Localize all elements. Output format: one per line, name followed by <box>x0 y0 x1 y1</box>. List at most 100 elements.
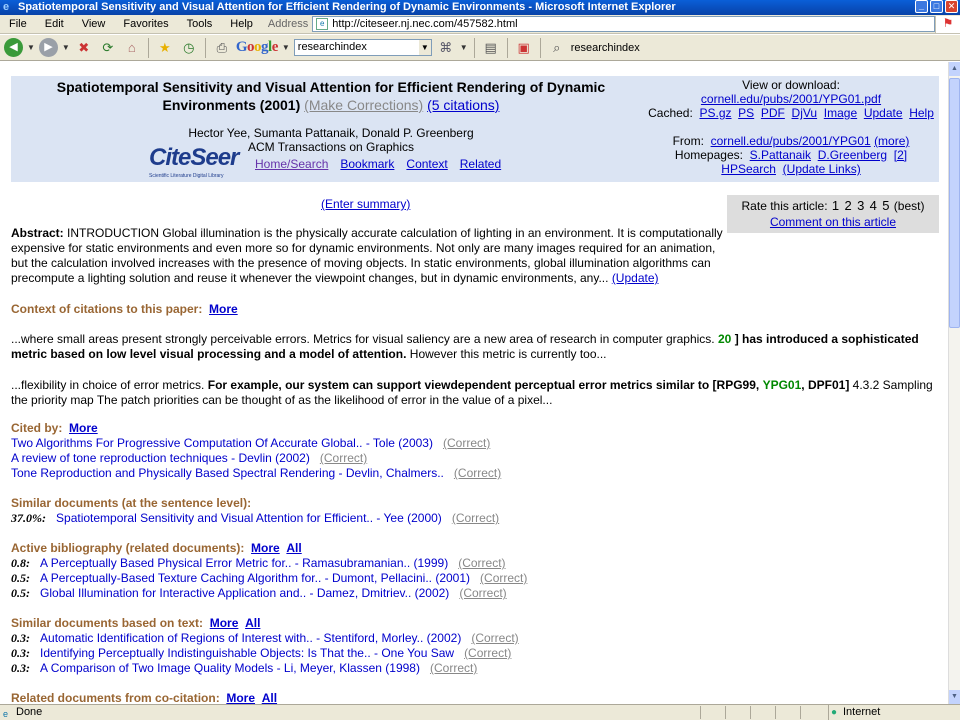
refresh-icon[interactable]: ⟳ <box>98 38 118 58</box>
hpsearch-link[interactable]: HPSearch <box>721 162 776 176</box>
rate-2[interactable]: 2 <box>844 198 851 213</box>
similar-text-more-link[interactable]: More <box>210 616 239 630</box>
menu-bar: File Edit View Favorites Tools Help Addr… <box>0 15 960 34</box>
minimize-button[interactable]: _ <box>915 0 928 13</box>
citeseer-logo[interactable]: CiteSeer <box>149 144 239 172</box>
homepage-greenberg-link[interactable]: D.Greenberg <box>818 148 887 162</box>
cited-by-link[interactable]: A review of tone reproduction techniques… <box>11 451 310 465</box>
correct-link[interactable]: (Correct) <box>459 586 506 600</box>
menu-tools[interactable]: Tools <box>178 18 222 30</box>
abstract-update-link[interactable]: (Update) <box>612 271 659 285</box>
favorites-star-icon[interactable]: ★ <box>155 38 175 58</box>
correct-link[interactable]: (Correct) <box>480 571 527 585</box>
pdf-download-link[interactable]: cornell.edu/pubs/2001/YPG01.pdf <box>701 92 881 106</box>
correct-link[interactable]: (Correct) <box>452 511 499 525</box>
forward-icon[interactable]: ▶ <box>38 38 58 57</box>
bib-doc-link[interactable]: A Perceptually-Based Texture Caching Alg… <box>40 571 470 585</box>
page-info-icon[interactable]: ▤ <box>481 38 501 58</box>
status-divider <box>725 706 726 719</box>
bookmark-button[interactable]: researchindex <box>571 42 640 54</box>
similar-doc-link[interactable]: Automatic Identification of Regions of I… <box>40 631 461 645</box>
rate-1[interactable]: 1 <box>832 198 839 213</box>
homepage-more-link[interactable]: [2] <box>894 148 907 162</box>
cached-psgz-link[interactable]: PS.gz <box>699 106 731 120</box>
forward-dropdown-icon[interactable]: ▼ <box>62 43 70 52</box>
google-dropdown-icon[interactable]: ▼ <box>282 43 290 52</box>
active-bib-all-link[interactable]: All <box>286 541 301 555</box>
menu-view[interactable]: View <box>73 18 115 30</box>
cited-by-link[interactable]: Two Algorithms For Progressive Computati… <box>11 436 433 450</box>
cited-by-more-link[interactable]: More <box>69 421 98 435</box>
context-more-link[interactable]: More <box>209 302 238 316</box>
nav-home-search[interactable]: Home/Search <box>255 157 328 171</box>
cached-djvu-link[interactable]: DjVu <box>792 106 818 120</box>
correct-link[interactable]: (Correct) <box>430 661 477 675</box>
similar-text-all-link[interactable]: All <box>245 616 260 630</box>
maximize-button[interactable]: □ <box>930 0 943 13</box>
menu-file[interactable]: File <box>0 18 36 30</box>
cached-update-link[interactable]: Update <box>864 106 903 120</box>
close-button[interactable]: ✕ <box>945 0 958 13</box>
google-search-input[interactable]: researchindex ▼ <box>293 39 432 56</box>
stop-icon[interactable]: ✖ <box>74 38 94 58</box>
correct-link[interactable]: (Correct) <box>443 436 490 450</box>
scroll-up-icon[interactable]: ▲ <box>949 62 960 76</box>
nav-bookmark[interactable]: Bookmark <box>340 157 394 171</box>
update-links-link[interactable]: (Update Links) <box>783 162 861 176</box>
cited-by-link[interactable]: Tone Reproduction and Physically Based S… <box>11 466 444 480</box>
google-toolbar-logo[interactable]: Google <box>236 39 279 56</box>
bib-doc-link[interactable]: Global Illumination for Interactive Appl… <box>40 586 449 600</box>
from-more-link[interactable]: (more) <box>874 134 909 148</box>
history-icon[interactable]: ◷ <box>179 38 199 58</box>
from-link[interactable]: cornell.edu/pubs/2001/YPG01 <box>711 134 871 148</box>
vertical-scrollbar[interactable]: ▲ ▼ <box>948 62 960 704</box>
similar-doc-link[interactable]: Spatiotemporal Sensitivity and Visual At… <box>56 511 442 525</box>
correct-link[interactable]: (Correct) <box>454 466 501 480</box>
google-search-dropdown-icon[interactable]: ▼ <box>418 40 431 55</box>
address-bar[interactable]: e http://citeseer.nj.nec.com/457582.html <box>312 16 936 32</box>
homepage-pattanaik-link[interactable]: S.Pattanaik <box>750 148 811 162</box>
print-icon[interactable]: ⎙ <box>212 38 232 58</box>
make-corrections-link[interactable]: (Make Corrections) <box>304 97 423 113</box>
correct-link[interactable]: (Correct) <box>471 631 518 645</box>
cocitation-all-link[interactable]: All <box>262 691 277 704</box>
binoculars-icon[interactable]: ⌘ <box>436 38 456 58</box>
menu-help[interactable]: Help <box>221 18 262 30</box>
active-bib-more-link[interactable]: More <box>251 541 280 555</box>
similar-doc-link[interactable]: Identifying Perceptually Indistinguishab… <box>40 646 454 660</box>
nav-context[interactable]: Context <box>406 157 447 171</box>
address-url[interactable]: http://citeseer.nj.nec.com/457582.html <box>332 18 517 30</box>
scroll-down-icon[interactable]: ▼ <box>949 690 960 704</box>
similar-doc-link[interactable]: A Comparison of Two Image Quality Models… <box>40 661 420 675</box>
back-dropdown-icon[interactable]: ▼ <box>27 43 35 52</box>
correct-link[interactable]: (Correct) <box>320 451 367 465</box>
nav-related[interactable]: Related <box>460 157 501 171</box>
scrollbar-thumb[interactable] <box>949 78 960 328</box>
download-panel: View or download: cornell.edu/pubs/2001/… <box>641 78 941 176</box>
rate-label: Rate this article: <box>741 199 828 213</box>
popup-blocker-icon[interactable]: ▣ <box>514 38 534 58</box>
menu-favorites[interactable]: Favorites <box>114 18 177 30</box>
list-item: 0.3: Identifying Perceptually Indistingu… <box>11 646 941 661</box>
home-icon[interactable]: ⌂ <box>122 38 142 58</box>
menu-edit[interactable]: Edit <box>36 18 73 30</box>
cocitation-more-link[interactable]: More <box>226 691 255 704</box>
google-search-value: researchindex <box>297 41 367 53</box>
cached-pdf-link[interactable]: PDF <box>761 106 785 120</box>
back-icon[interactable]: ◀ <box>4 38 23 57</box>
paper-title-line2: Environments (2001) <box>162 97 301 113</box>
citations-link[interactable]: (5 citations) <box>427 97 499 113</box>
correct-link[interactable]: (Correct) <box>464 646 511 660</box>
cached-help-link[interactable]: Help <box>909 106 934 120</box>
bib-doc-link[interactable]: A Perceptually Based Physical Error Metr… <box>40 556 448 570</box>
rate-5[interactable]: 5 <box>882 198 889 213</box>
cached-ps-link[interactable]: PS <box>738 106 754 120</box>
cached-image-link[interactable]: Image <box>824 106 857 120</box>
rate-4[interactable]: 4 <box>870 198 877 213</box>
correct-link[interactable]: (Correct) <box>458 556 505 570</box>
search-options-dropdown-icon[interactable]: ▼ <box>460 43 468 52</box>
search-highlight-icon[interactable]: ⌕ <box>547 38 567 58</box>
rate-3[interactable]: 3 <box>857 198 864 213</box>
comment-link[interactable]: Comment on this article <box>770 215 896 229</box>
enter-summary-link[interactable]: (Enter summary) <box>321 197 410 211</box>
